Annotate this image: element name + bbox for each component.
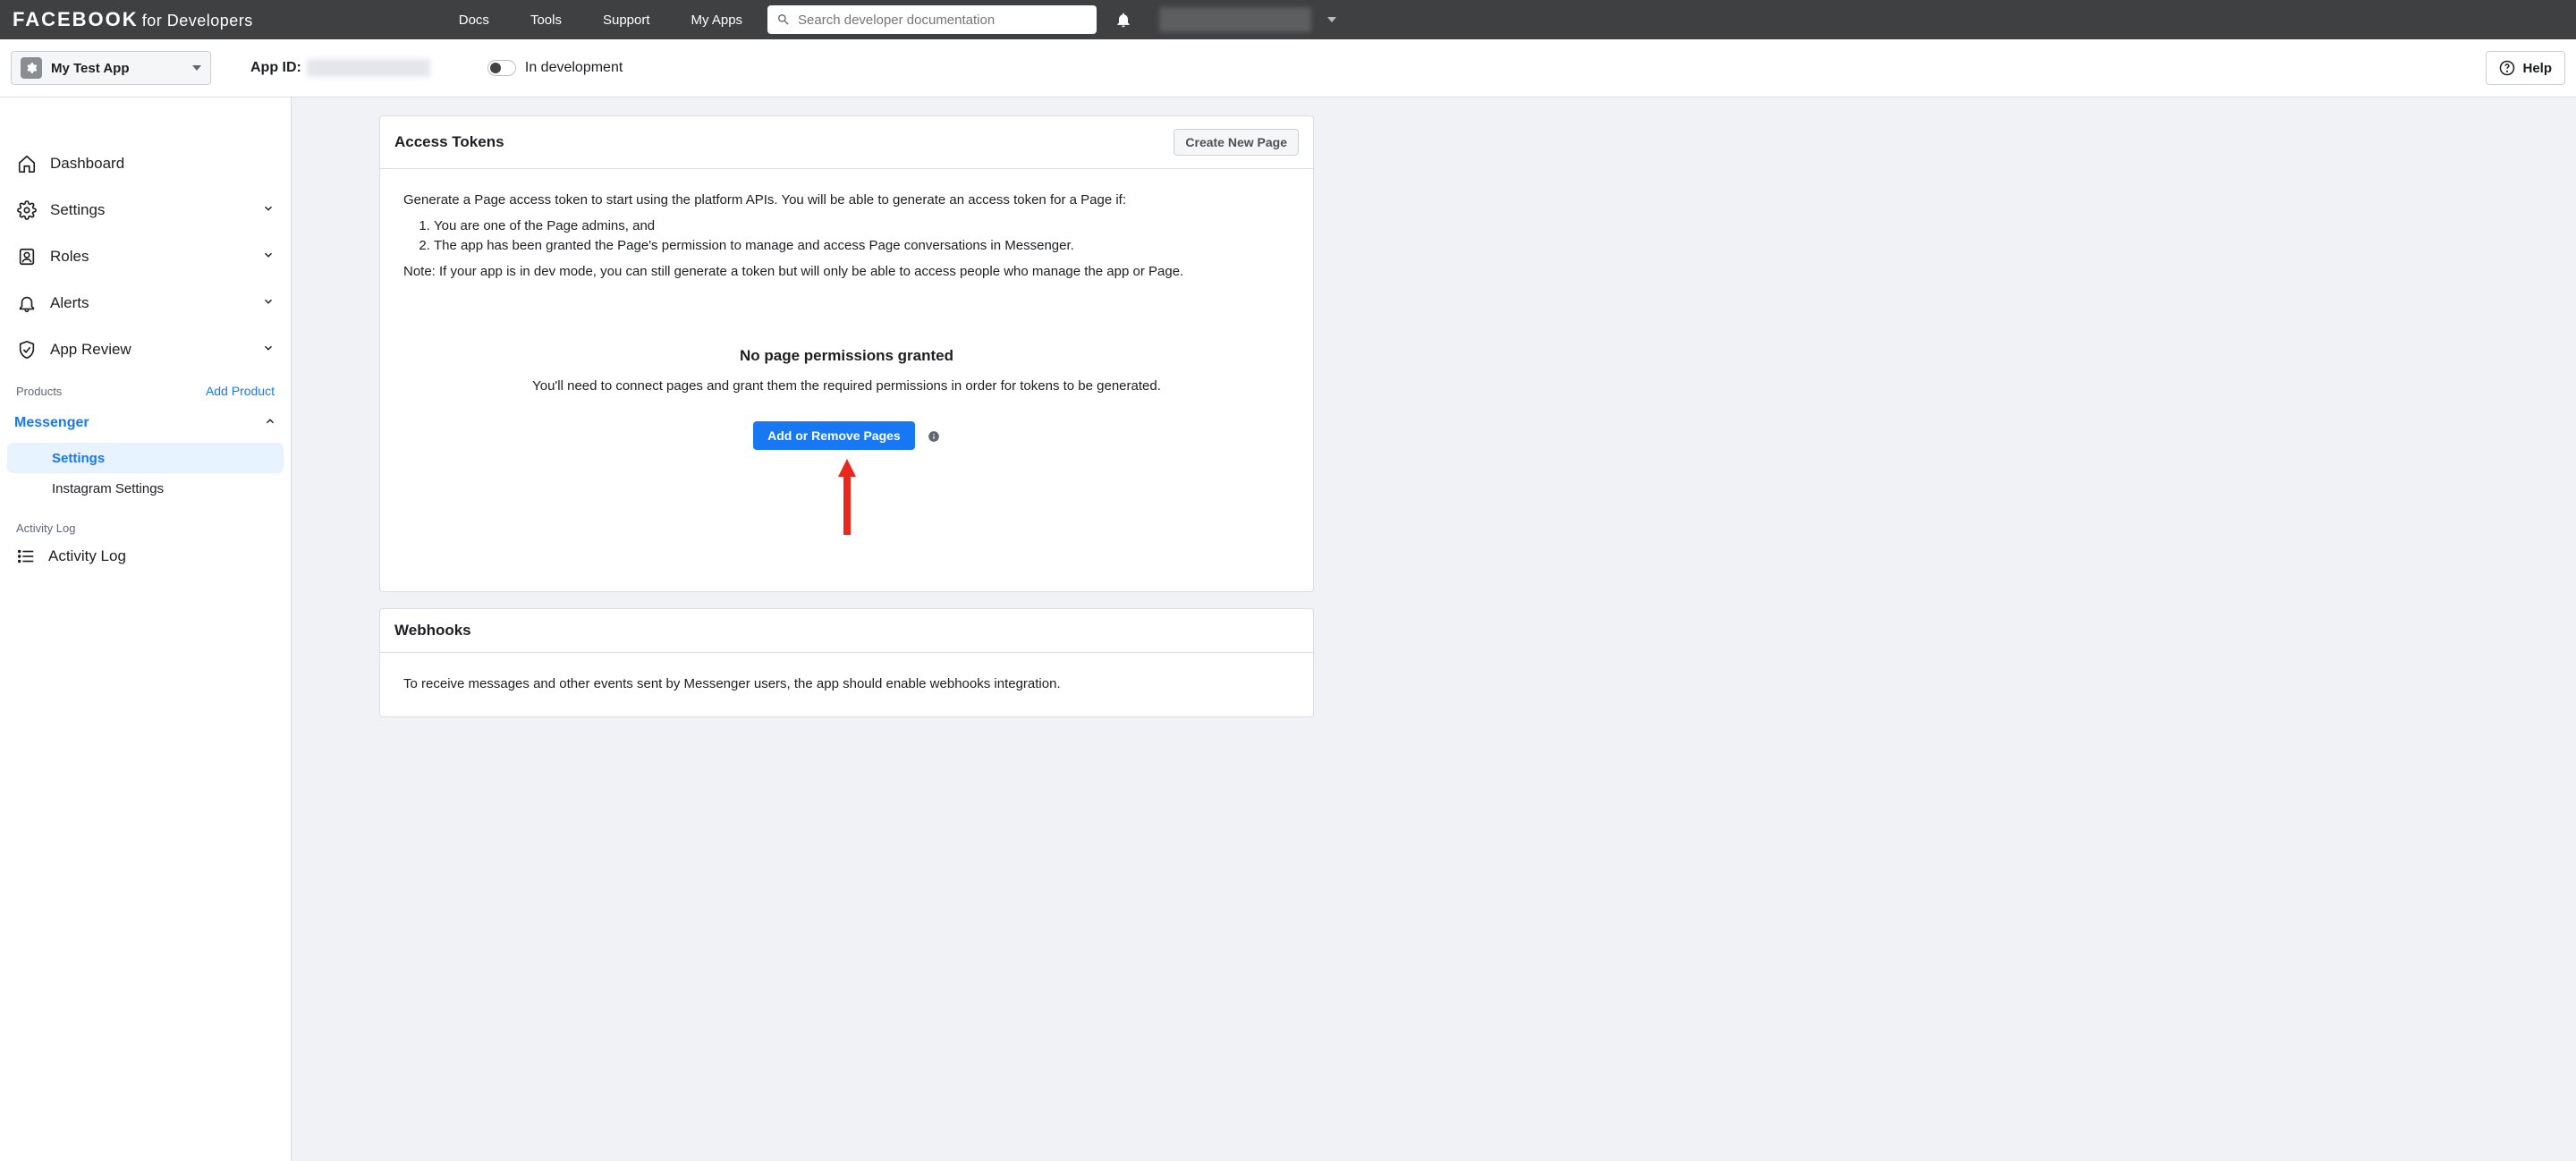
sidebar-item-settings[interactable]: Settings	[0, 187, 291, 233]
webhooks-card: Webhooks To receive messages and other e…	[379, 608, 1314, 717]
chevron-down-icon	[262, 341, 275, 359]
top-nav: FACEBOOKfor Developers Docs Tools Suppor…	[0, 0, 2576, 39]
empty-state-desc: You'll need to connect pages and grant t…	[403, 377, 1290, 397]
sidebar-label: Settings	[50, 201, 105, 219]
app-name: My Test App	[51, 61, 192, 76]
search-input[interactable]	[798, 13, 1088, 28]
messenger-instagram-settings[interactable]: Instagram Settings	[7, 473, 284, 504]
dev-mode-label: In development	[525, 60, 623, 76]
dev-mode-toggle[interactable]	[487, 60, 516, 76]
messenger-settings[interactable]: Settings	[7, 443, 284, 473]
product-label: Messenger	[14, 415, 89, 431]
user-profile[interactable]	[1159, 7, 1311, 32]
empty-state-title: No page permissions granted	[403, 344, 1290, 368]
sidebar-label: Activity Log	[48, 547, 126, 565]
nav-docs[interactable]: Docs	[459, 13, 489, 28]
chevron-up-icon	[264, 415, 276, 432]
facebook-logo[interactable]: FACEBOOKfor Developers	[13, 8, 253, 31]
sidebar: Dashboard Settings Roles Alerts App Revi…	[0, 97, 292, 1161]
profile-dropdown-icon[interactable]	[1327, 17, 1336, 22]
notifications-icon[interactable]	[1114, 11, 1132, 29]
webhooks-desc: To receive messages and other events sen…	[403, 674, 1290, 695]
app-id-label: App ID:	[250, 60, 301, 76]
tokens-intro: Generate a Page access token to start us…	[403, 191, 1290, 211]
sidebar-item-activity-log[interactable]: Activity Log	[0, 538, 291, 574]
sidebar-label: Roles	[50, 248, 89, 266]
sidebar-item-alerts[interactable]: Alerts	[0, 280, 291, 326]
bell-icon	[16, 292, 38, 314]
tokens-note: Note: If your app is in dev mode, you ca…	[403, 262, 1290, 283]
help-icon	[2499, 60, 2515, 76]
add-product-link[interactable]: Add Product	[206, 384, 275, 398]
products-label: Products	[16, 385, 62, 398]
sidebar-item-roles[interactable]: Roles	[0, 233, 291, 280]
help-button[interactable]: Help	[2486, 51, 2565, 85]
chevron-down-icon	[262, 248, 275, 266]
sidebar-label: Alerts	[50, 294, 89, 312]
chevron-down-icon	[192, 65, 201, 71]
roles-icon	[16, 246, 38, 267]
tokens-condition-1: You are one of the Page admins, and	[434, 216, 1290, 237]
app-selector[interactable]: My Test App	[11, 51, 211, 85]
content-area: Access Tokens Create New Page Generate a…	[292, 97, 2576, 1161]
products-section: Products Add Product	[0, 373, 291, 403]
nav-tools[interactable]: Tools	[530, 13, 562, 28]
chevron-down-icon	[262, 294, 275, 312]
app-badge-icon	[21, 57, 42, 79]
card-title: Webhooks	[394, 622, 471, 640]
search-icon	[776, 13, 791, 27]
tokens-condition-2: The app has been granted the Page's perm…	[434, 236, 1290, 257]
card-title: Access Tokens	[394, 133, 504, 151]
home-icon	[16, 153, 38, 174]
add-remove-pages-button[interactable]: Add or Remove Pages	[753, 421, 915, 450]
sidebar-item-app-review[interactable]: App Review	[0, 326, 291, 373]
nav-support[interactable]: Support	[603, 13, 650, 28]
shield-icon	[16, 339, 38, 360]
app-id-value	[307, 59, 430, 77]
gear-icon	[16, 199, 38, 221]
sidebar-label: App Review	[50, 341, 131, 359]
sidebar-item-dashboard[interactable]: Dashboard	[0, 140, 291, 187]
search-container	[767, 5, 1097, 34]
help-label: Help	[2522, 61, 2552, 76]
chevron-down-icon	[262, 201, 275, 219]
annotation-arrow	[403, 450, 1290, 539]
list-icon	[16, 547, 36, 566]
create-new-page-button[interactable]: Create New Page	[1174, 129, 1299, 156]
info-icon[interactable]	[928, 430, 940, 443]
sub-header: My Test App App ID: In development Help	[0, 39, 2576, 97]
product-messenger[interactable]: Messenger	[0, 403, 291, 443]
activity-log-group: Activity Log	[0, 504, 291, 538]
nav-my-apps[interactable]: My Apps	[691, 13, 743, 28]
nav-links: Docs Tools Support My Apps	[459, 13, 742, 28]
sidebar-label: Dashboard	[50, 155, 124, 173]
access-tokens-card: Access Tokens Create New Page Generate a…	[379, 115, 1314, 592]
